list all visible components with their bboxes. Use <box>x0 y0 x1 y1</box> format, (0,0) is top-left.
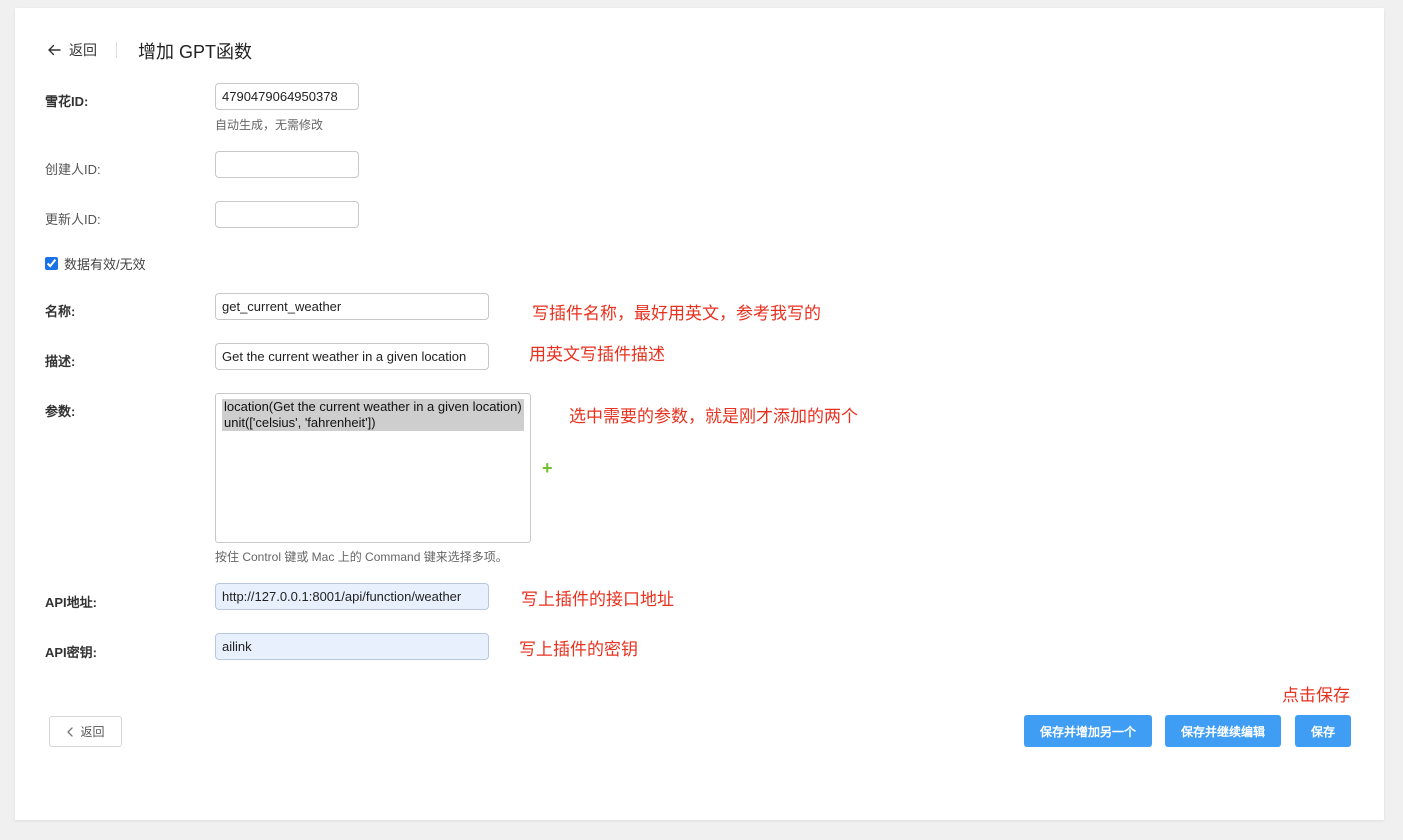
updater-id-label: 更新人ID: <box>45 212 101 227</box>
creator-id-input[interactable] <box>215 151 359 178</box>
page-title: 增加 GPT函数 <box>138 42 253 62</box>
annotation-save: 点击保存 <box>1282 686 1350 706</box>
name-input[interactable] <box>215 293 489 320</box>
description-label: 描述: <box>45 354 76 369</box>
api-url-input[interactable] <box>215 583 489 610</box>
arrow-left-icon <box>48 44 61 56</box>
footer-back-button[interactable]: 返回 <box>49 716 122 747</box>
api-url-label: API地址: <box>45 595 98 610</box>
parameters-label: 参数: <box>45 404 76 419</box>
plus-icon[interactable]: + <box>542 458 553 479</box>
footer-back-label: 返回 <box>80 725 105 739</box>
creator-id-label: 创建人ID: <box>45 162 101 177</box>
annotation-parameters: 选中需要的参数，就是刚才添加的两个 <box>569 407 858 427</box>
api-key-input[interactable] <box>215 633 489 660</box>
api-key-label: API密钥: <box>45 645 98 660</box>
annotation-description: 用英文写插件描述 <box>529 345 665 365</box>
snowflake-id-label: 雪花ID: <box>45 94 89 109</box>
header-divider <box>116 42 117 58</box>
parameter-option-location[interactable]: location(Get the current weather in a gi… <box>222 399 524 415</box>
snowflake-id-help: 自动生成，无需修改 <box>215 118 324 132</box>
header-back-label: 返回 <box>69 42 97 58</box>
annotation-api-url: 写上插件的接口地址 <box>521 590 674 610</box>
parameters-help: 按住 Control 键或 Mac 上的 Command 键来选择多项。 <box>215 550 508 564</box>
save-and-continue-button[interactable]: 保存并继续编辑 <box>1165 715 1281 747</box>
save-button[interactable]: 保存 <box>1295 715 1351 747</box>
updater-id-input[interactable] <box>215 201 359 228</box>
description-input[interactable] <box>215 343 489 370</box>
active-checkbox[interactable] <box>45 257 58 270</box>
active-checkbox-row: 数据有效/无效 <box>45 254 146 273</box>
name-label: 名称: <box>45 304 76 319</box>
annotation-name: 写插件名称，最好用英文，参考我写的 <box>532 304 821 324</box>
save-and-add-another-button[interactable]: 保存并增加另一个 <box>1024 715 1152 747</box>
annotation-api-key: 写上插件的密钥 <box>519 640 638 660</box>
snowflake-id-input[interactable] <box>215 83 359 110</box>
parameters-multiselect[interactable]: location(Get the current weather in a gi… <box>215 393 531 543</box>
parameter-option-unit[interactable]: unit(['celsius', 'fahrenheit']) <box>222 415 524 431</box>
chevron-left-icon <box>67 726 74 737</box>
active-checkbox-label: 数据有效/无效 <box>64 257 146 272</box>
header-back-link[interactable]: 返回 <box>47 40 97 60</box>
